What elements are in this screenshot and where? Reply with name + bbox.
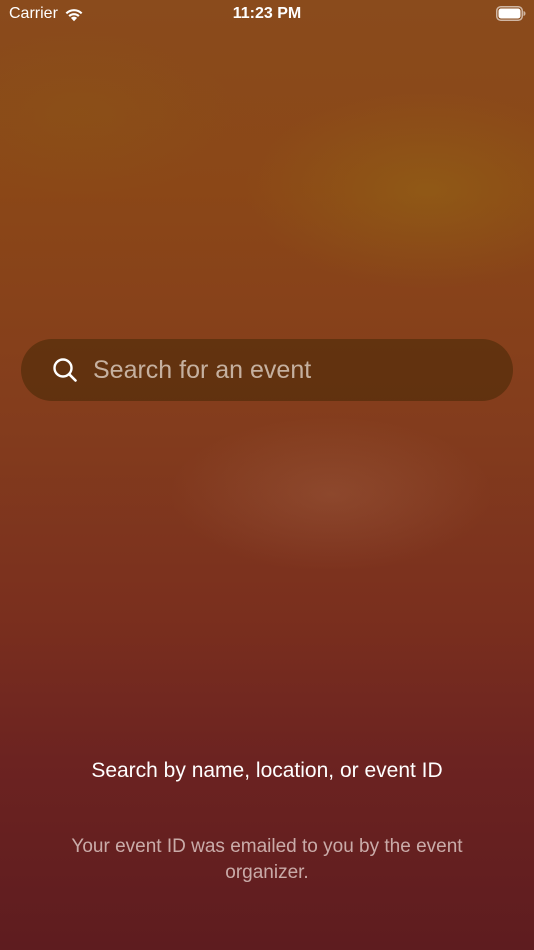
status-time: 11:23 PM xyxy=(232,5,302,22)
search-hint-title: Search by name, location, or event ID xyxy=(91,759,443,782)
status-bar: Carrier 11:23 PM xyxy=(0,0,534,28)
search-bar[interactable] xyxy=(21,339,513,401)
search-input[interactable] xyxy=(93,350,513,390)
search-hint-subtitle: Your event ID was emailed to you by the … xyxy=(71,836,463,883)
background-gradient xyxy=(0,0,534,950)
search-icon xyxy=(52,357,78,383)
status-right xyxy=(496,6,526,21)
battery-icon xyxy=(496,6,526,21)
